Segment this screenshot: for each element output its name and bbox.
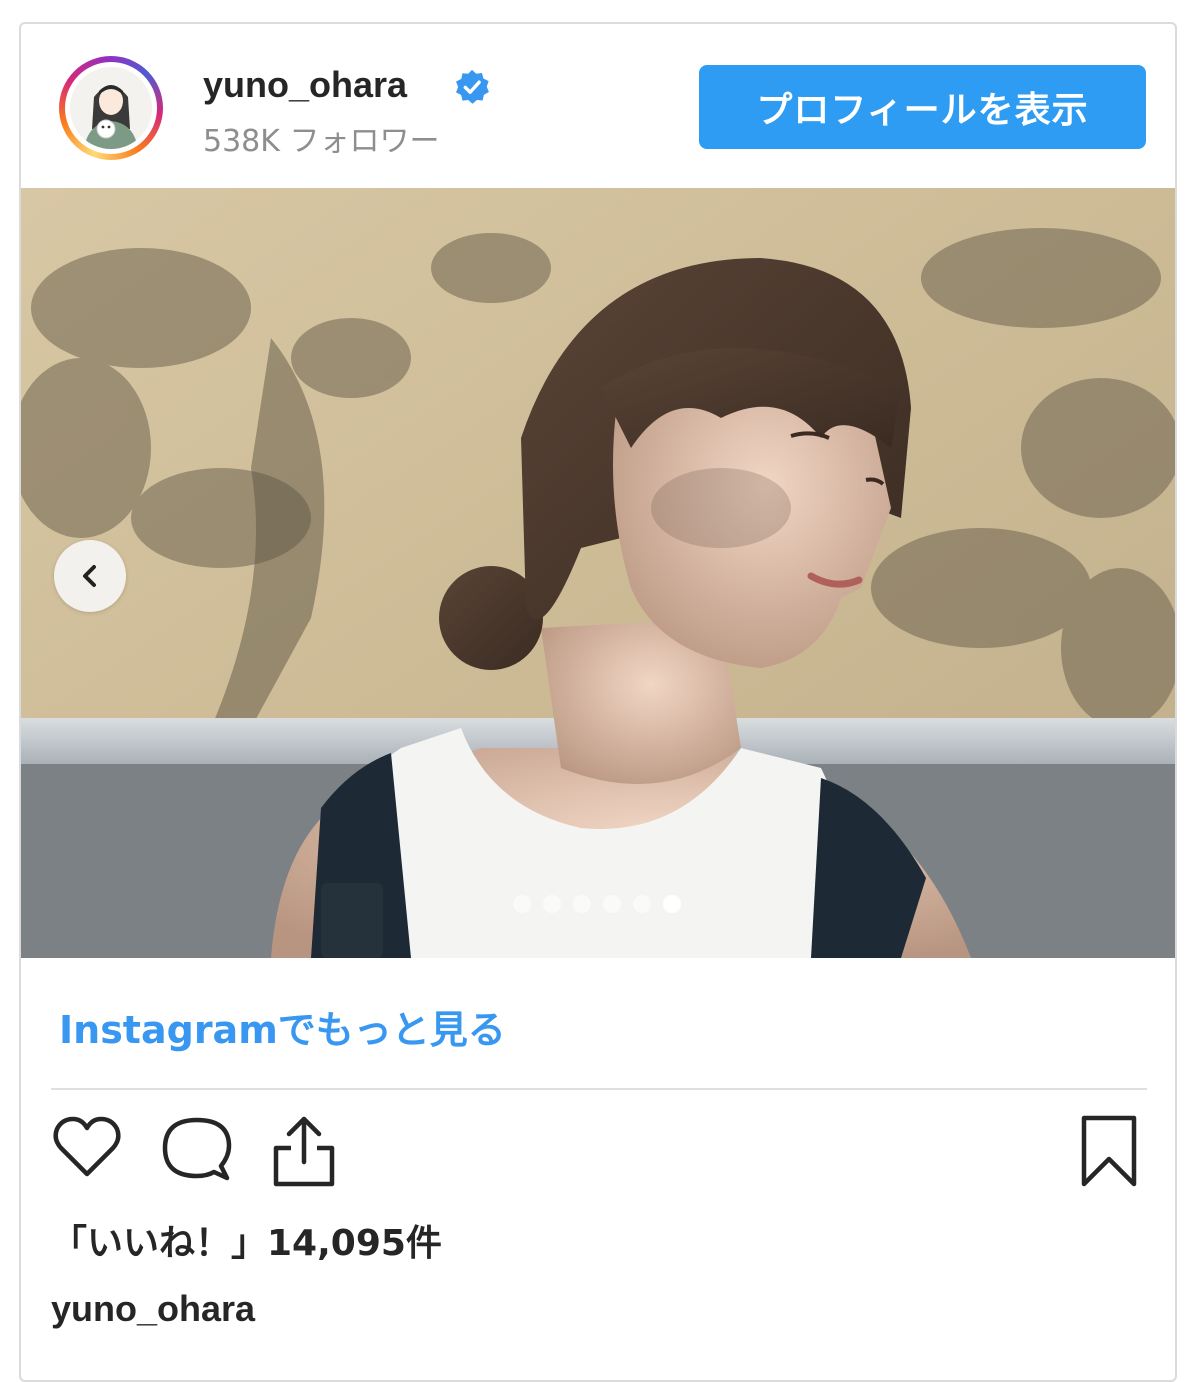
comment-icon[interactable] bbox=[161, 1114, 233, 1184]
carousel-dot[interactable] bbox=[573, 895, 591, 913]
carousel-dot[interactable] bbox=[633, 895, 651, 913]
carousel-indicator bbox=[513, 895, 681, 913]
carousel-dot[interactable] bbox=[603, 895, 621, 913]
header-username[interactable]: yuno_ohara bbox=[203, 64, 407, 106]
chevron-left-icon bbox=[83, 565, 96, 587]
photo-image bbox=[21, 188, 1175, 958]
carousel-dot[interactable] bbox=[543, 895, 561, 913]
avatar-illustration bbox=[70, 67, 152, 149]
avatar[interactable] bbox=[59, 56, 163, 160]
like-count: 「いいね！」14,095件 bbox=[51, 1223, 442, 1264]
carousel-dot-active[interactable] bbox=[663, 895, 681, 913]
instagram-embed-card: yuno_ohara 538K フォロワー プロフィールを表示 Instagra… bbox=[19, 22, 1177, 1382]
caption-username[interactable]: yuno_ohara bbox=[51, 1288, 255, 1330]
share-icon[interactable] bbox=[271, 1114, 337, 1188]
view-more-on-instagram-link[interactable]: Instagramでもっと見る bbox=[59, 999, 506, 1054]
follower-count: 538K フォロワー bbox=[203, 124, 440, 159]
view-profile-button[interactable]: プロフィールを表示 bbox=[699, 65, 1146, 149]
post-photo[interactable] bbox=[21, 188, 1175, 958]
divider bbox=[51, 1088, 1147, 1090]
previous-slide-button[interactable] bbox=[54, 540, 126, 612]
bookmark-icon[interactable] bbox=[1079, 1114, 1139, 1188]
verified-badge-icon bbox=[456, 69, 489, 104]
heart-icon[interactable] bbox=[51, 1114, 123, 1180]
carousel-dot[interactable] bbox=[513, 895, 531, 913]
